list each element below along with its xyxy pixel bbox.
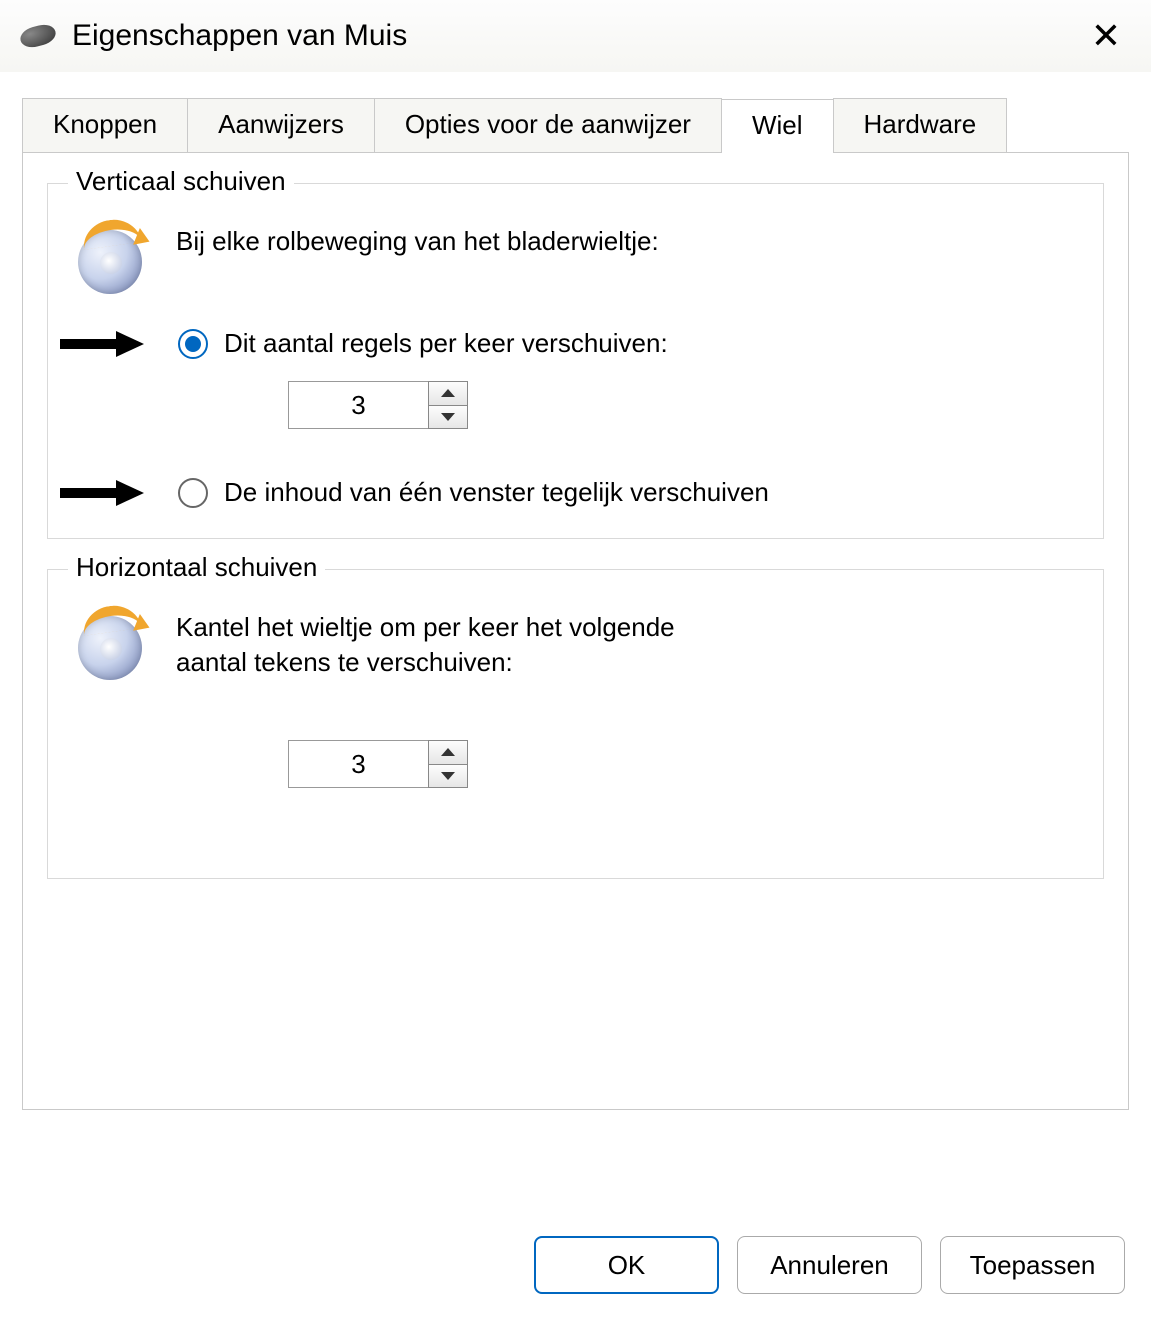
chars-spin-down[interactable] <box>429 764 467 788</box>
ok-button[interactable]: OK <box>534 1236 719 1294</box>
radio-one-screen-label: De inhoud van één venster tegelijk versc… <box>224 477 769 508</box>
chars-input[interactable] <box>288 740 428 788</box>
close-button[interactable]: ✕ <box>1081 14 1131 58</box>
group-horizontal-scroll: Horizontaal schuiven Kantel het wieltje … <box>47 569 1104 879</box>
apply-button[interactable]: Toepassen <box>940 1236 1125 1294</box>
lines-spin-down[interactable] <box>429 405 467 429</box>
legend-vertical: Verticaal schuiven <box>68 166 294 197</box>
vertical-description: Bij elke rolbeweging van het bladerwielt… <box>176 224 659 259</box>
annotation-arrow-icon <box>58 329 144 359</box>
window-title: Eigenschappen van Muis <box>72 19 407 53</box>
group-vertical-scroll: Verticaal schuiven Bij elke rolbeweging … <box>47 183 1104 539</box>
tab-aanwijzers[interactable]: Aanwijzers <box>187 98 375 152</box>
mouse-icon <box>18 22 58 51</box>
lines-spinner[interactable] <box>288 381 468 429</box>
horizontal-description: Kantel het wieltje om per keer het volge… <box>176 610 716 680</box>
legend-horizontal: Horizontaal schuiven <box>68 552 325 583</box>
tab-knoppen[interactable]: Knoppen <box>22 98 188 152</box>
dialog-buttons: OK Annuleren Toepassen <box>534 1236 1125 1294</box>
radio-lines-per-notch[interactable] <box>178 329 208 359</box>
annotation-arrow-icon <box>58 478 144 508</box>
radio-lines-label: Dit aantal regels per keer verschuiven: <box>224 328 668 359</box>
tab-opties-aanwijzer[interactable]: Opties voor de aanwijzer <box>374 98 722 152</box>
tab-hardware[interactable]: Hardware <box>833 98 1008 152</box>
tab-strip: Knoppen Aanwijzers Opties voor de aanwij… <box>22 98 1129 152</box>
tab-panel-wiel: Verticaal schuiven Bij elke rolbeweging … <box>22 152 1129 1110</box>
chars-spin-up[interactable] <box>429 741 467 764</box>
cancel-button[interactable]: Annuleren <box>737 1236 922 1294</box>
title-bar: Eigenschappen van Muis ✕ <box>0 0 1151 72</box>
radio-one-screen[interactable] <box>178 478 208 508</box>
lines-spin-up[interactable] <box>429 382 467 405</box>
scroll-wheel-icon <box>78 610 148 680</box>
chars-spinner[interactable] <box>288 740 468 788</box>
tab-wiel[interactable]: Wiel <box>721 99 834 153</box>
scroll-wheel-icon <box>78 224 148 294</box>
lines-input[interactable] <box>288 381 428 429</box>
